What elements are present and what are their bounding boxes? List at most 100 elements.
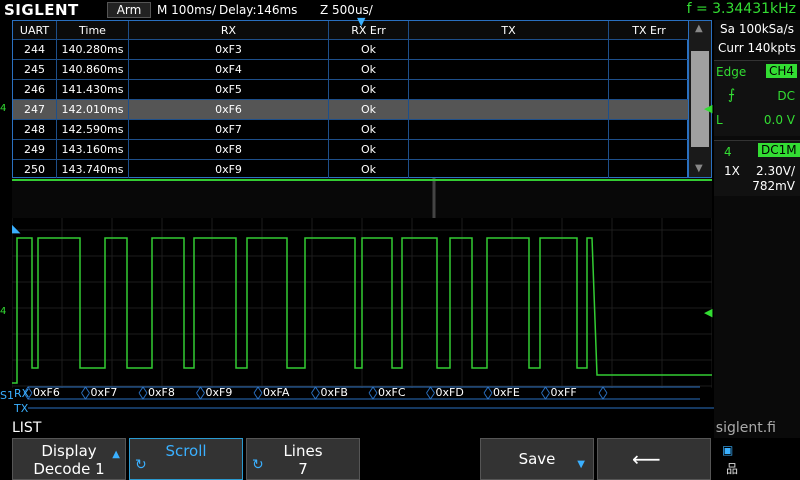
frequency-counter: f = 3.34431kHz — [686, 1, 796, 17]
network-icon: 品 — [726, 462, 739, 476]
cell-rx-err: Ok — [329, 100, 409, 119]
timebase-readout[interactable]: M 100ms/ — [157, 3, 216, 17]
trigger-level-arrow: ◀ — [704, 306, 713, 319]
bus-outline — [23, 386, 714, 409]
column-header-time: Time — [57, 21, 129, 39]
bus-label: S1 — [0, 389, 14, 402]
trigger-type: Edge — [716, 65, 747, 79]
cell-rx: 0xF4 — [129, 60, 329, 79]
column-header-rx-err: RX Err — [329, 21, 409, 39]
cell-rx: 0xF8 — [129, 140, 329, 159]
cell-uart: 247 — [13, 100, 57, 119]
down-arrow-icon: ▼ — [577, 459, 585, 470]
volts-per-div: 2.30V/ — [756, 164, 795, 178]
sample-rate: Sa 100kSa/s — [720, 22, 794, 36]
cell-time: 142.590ms — [57, 120, 129, 139]
rising-edge-icon: ⨍ — [728, 87, 736, 103]
save-label: Save — [518, 450, 556, 468]
display-value: Decode 1 — [33, 460, 105, 478]
menu-title: LIST — [12, 420, 42, 436]
channel-4-trace — [12, 237, 712, 384]
column-header-tx-err: TX Err — [632, 24, 666, 37]
memory-depth: Curr 140kpts — [718, 41, 796, 55]
cell-time: 140.280ms — [57, 40, 129, 59]
bus-rx-value: 0xFD — [435, 386, 464, 399]
probe-attenuation: 1X — [724, 164, 740, 178]
cell-uart: 250 — [13, 160, 57, 179]
brand-logo: SIGLENT — [4, 1, 79, 19]
bus-rx-value: 0xFA — [263, 386, 290, 399]
trigger-panel[interactable]: Edge CH4 ⨍ DC L 0.0 V — [714, 60, 800, 136]
channel-4-panel[interactable]: 4 DC1M 1X 2.30V/ 782mV — [714, 140, 800, 196]
channel-coupling-badge: DC1M — [758, 143, 800, 157]
cell-tx-err — [609, 120, 689, 139]
display-label: Display — [41, 442, 97, 460]
scroll-up-icon[interactable]: ▲ — [695, 23, 703, 34]
cell-tx — [409, 120, 609, 139]
up-arrow-icon: ▲ — [112, 449, 120, 460]
cell-time: 143.740ms — [57, 160, 129, 179]
bus-rx-value: 0xFF — [550, 386, 577, 399]
decode-list-table[interactable]: UART Time RX RX Err TX TX Err 244 140.280… — [12, 20, 689, 180]
cell-tx-err — [609, 100, 689, 119]
cell-rx-err: Ok — [329, 60, 409, 79]
cell-rx-err: Ok — [329, 140, 409, 159]
delay-readout[interactable]: Delay:146ms — [219, 3, 297, 17]
cell-tx — [409, 100, 609, 119]
cell-tx-err — [609, 80, 689, 99]
cell-uart: 249 — [13, 140, 57, 159]
return-arrow-icon: ⟵ — [632, 447, 661, 471]
trigger-position-marker: ◣ — [12, 222, 21, 235]
trigger-level-label: L — [716, 113, 723, 127]
scroll-down-icon[interactable]: ▼ — [695, 163, 703, 174]
cell-tx-err — [609, 160, 689, 179]
cell-time: 140.860ms — [57, 60, 129, 79]
column-header-rx: RX — [129, 21, 329, 39]
table-row[interactable]: 245 140.860ms 0xF4 Ok — [13, 60, 689, 80]
cell-time: 143.160ms — [57, 140, 129, 159]
scroll-softkey[interactable]: Scroll ↻ — [129, 438, 243, 480]
trigger-level-arrow-top: ◀ — [704, 102, 713, 115]
lines-label: Lines — [283, 442, 323, 460]
cell-tx-err — [609, 140, 689, 159]
table-header: UART Time RX RX Err TX TX Err — [13, 21, 689, 40]
cell-tx — [409, 60, 609, 79]
return-softkey[interactable]: ⟵ — [597, 438, 711, 480]
cell-rx-err: Ok — [329, 80, 409, 99]
trigger-status-badge: Arm — [107, 2, 151, 18]
waveform-grid — [12, 178, 712, 388]
lines-softkey[interactable]: Lines 7 ↻ — [246, 438, 360, 480]
table-row[interactable]: 247 142.010ms 0xF6 Ok — [13, 100, 689, 120]
table-row[interactable]: 244 140.280ms 0xF3 Ok — [13, 40, 689, 60]
cell-rx-err: Ok — [329, 40, 409, 59]
scroll-thumb[interactable] — [691, 51, 709, 147]
table-scrollbar[interactable]: ▲ ▼ — [688, 20, 712, 178]
table-row[interactable]: 246 141.430ms 0xF5 Ok — [13, 80, 689, 100]
table-row[interactable]: 249 143.160ms 0xF8 Ok — [13, 140, 689, 160]
cell-tx — [409, 40, 609, 59]
table-row[interactable]: 248 142.590ms 0xF7 Ok — [13, 120, 689, 140]
waveform-display[interactable] — [12, 178, 712, 388]
bus-tx-label: TX — [14, 402, 29, 415]
table-row[interactable]: 250 143.740ms 0xF9 Ok — [13, 160, 689, 180]
bus-rx-value: 0xFC — [378, 386, 406, 399]
channel-4-marker[interactable]: 4 — [0, 306, 6, 317]
rotate-knob-icon: ↻ — [135, 457, 147, 473]
cell-rx: 0xF6 — [129, 100, 329, 119]
channel-offset: 782mV — [752, 179, 795, 193]
cell-uart: 244 — [13, 40, 57, 59]
cell-time: 141.430ms — [57, 80, 129, 99]
cell-rx: 0xF5 — [129, 80, 329, 99]
cell-tx — [409, 160, 609, 179]
bus-rx-value: 0xF6 — [33, 386, 60, 399]
display-softkey[interactable]: Display Decode 1 ▲ — [12, 438, 126, 480]
scroll-label: Scroll — [165, 442, 207, 460]
rotate-knob-icon: ↻ — [252, 457, 264, 473]
bus-rx-label: RX — [14, 387, 30, 400]
cell-uart: 248 — [13, 120, 57, 139]
channel-4-marker-top[interactable]: 4 — [0, 103, 6, 114]
save-softkey[interactable]: Save ▼ — [480, 438, 594, 480]
brand-url: siglent.fi — [715, 420, 776, 436]
trigger-source-badge: CH4 — [766, 64, 798, 78]
channel-number: 4 — [724, 145, 732, 159]
